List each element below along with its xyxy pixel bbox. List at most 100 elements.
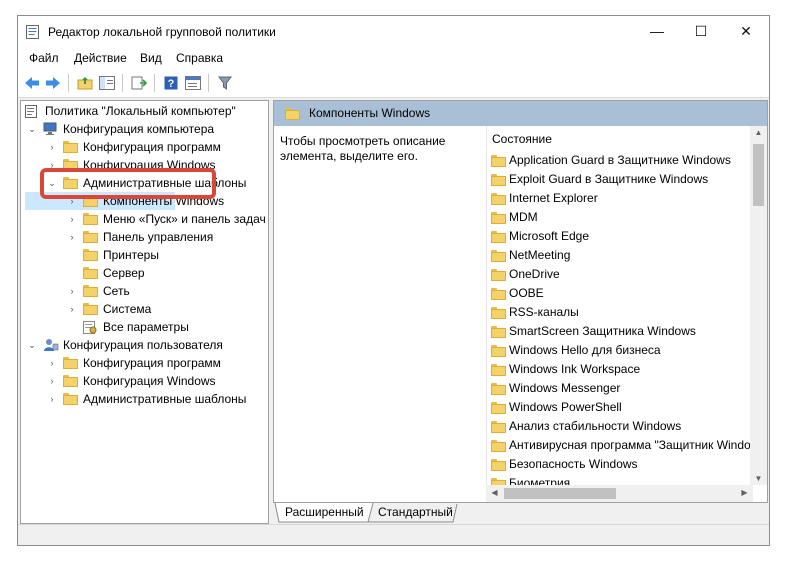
menu-action[interactable]: Действие: [74, 51, 127, 65]
list-item-label: SmartScreen Защитника Windows: [509, 324, 696, 338]
folder-icon: [491, 326, 506, 338]
expanded-chevron-icon[interactable]: ⌄: [27, 120, 37, 138]
minimize-button[interactable]: —: [635, 16, 679, 47]
folder-icon: [491, 288, 506, 300]
tree-label: Принтеры: [103, 248, 159, 262]
list-item-label: Антивирусная программа "Защитник Windo: [509, 438, 751, 452]
folder-icon: [491, 174, 506, 186]
list-item-label: Windows Hello для бизнеса: [509, 343, 661, 357]
tree-label: Все параметры: [103, 320, 189, 334]
list-item-label: OneDrive: [509, 267, 560, 281]
collapsed-chevron-icon[interactable]: ›: [47, 354, 57, 372]
window-title: Редактор локальной групповой политики: [48, 25, 276, 39]
tab-extended[interactable]: Расширенный: [277, 503, 372, 521]
close-button[interactable]: ✕: [724, 16, 768, 47]
tree-label: Политика "Локальный компьютер": [45, 104, 236, 118]
folder-icon: [491, 402, 506, 414]
computer-icon: [43, 122, 57, 135]
column-header-state[interactable]: Состояние: [492, 132, 552, 146]
gpedit-window: Редактор локальной групповой политики — …: [17, 15, 770, 546]
vertical-scrollbar[interactable]: ▲ ▼: [750, 126, 767, 485]
horizontal-scroll-thumb[interactable]: [504, 488, 616, 499]
folder-icon: [491, 193, 506, 205]
horizontal-scrollbar[interactable]: ◀ ▶: [486, 485, 753, 502]
menu-file[interactable]: Файл: [29, 51, 59, 65]
tree-pane: Политика "Локальный компьютер" ⌄ Конфигу…: [20, 100, 269, 524]
folder-icon: [83, 285, 98, 297]
folder-icon: [491, 250, 506, 262]
folder-icon: [491, 421, 506, 433]
tree-label: Меню «Пуск» и панель задач: [103, 212, 266, 226]
title-bar[interactable]: Редактор локальной групповой политики — …: [18, 16, 769, 47]
list-item-label: Windows Ink Workspace: [509, 362, 641, 376]
toolbar: ?: [18, 69, 769, 98]
tree-label: Конфигурация программ: [83, 140, 221, 154]
filter-icon[interactable]: [216, 74, 234, 92]
list-item-label: Application Guard в Защитнике Windows: [509, 153, 731, 167]
collapsed-chevron-icon[interactable]: ›: [47, 138, 57, 156]
folder-icon: [491, 155, 506, 167]
list-item-label: Exploit Guard в Защитнике Windows: [509, 172, 709, 186]
forward-arrow-icon[interactable]: [44, 74, 62, 92]
description-text: Чтобы просмотреть описание элемента, выд…: [280, 134, 446, 163]
menu-help[interactable]: Справка: [176, 51, 223, 65]
list-item-label: Безопасность Windows: [509, 457, 638, 471]
annotation-highlight-box: [40, 168, 216, 199]
scroll-up-icon[interactable]: ▲: [750, 128, 767, 137]
details-header: Компоненты Windows: [274, 101, 767, 126]
menu-bar: Файл Действие Вид Справка: [18, 47, 769, 69]
policy-document-icon: [25, 105, 37, 118]
tab-standard[interactable]: Стандартный: [370, 503, 461, 521]
folder-icon: [83, 213, 98, 225]
back-arrow-icon[interactable]: [23, 74, 41, 92]
tree-label: Панель управления: [103, 230, 214, 244]
export-list-icon[interactable]: [130, 74, 148, 92]
folder-icon: [491, 307, 506, 319]
collapsed-chevron-icon[interactable]: ›: [67, 228, 77, 246]
list-item-label: OOBE: [509, 286, 544, 300]
scroll-down-icon[interactable]: ▼: [750, 474, 767, 483]
show-hide-tree-icon[interactable]: [98, 74, 116, 92]
details-pane: Компоненты Windows Чтобы просмотреть опи…: [273, 100, 768, 503]
folder-icon: [491, 364, 506, 376]
collapsed-chevron-icon[interactable]: ›: [67, 300, 77, 318]
folder-icon: [285, 108, 300, 120]
up-folder-icon[interactable]: [76, 74, 94, 92]
collapsed-chevron-icon[interactable]: ›: [67, 210, 77, 228]
help-icon[interactable]: ?: [162, 74, 180, 92]
folder-icon: [63, 357, 78, 369]
expanded-chevron-icon[interactable]: ⌄: [27, 336, 37, 354]
scroll-right-icon[interactable]: ▶: [736, 488, 753, 497]
folder-icon: [83, 249, 98, 261]
all-settings-icon: [83, 321, 97, 334]
folder-icon: [491, 459, 506, 471]
properties-icon[interactable]: [184, 74, 202, 92]
folder-icon: [491, 231, 506, 243]
status-bar: [18, 524, 769, 545]
vertical-scroll-thumb[interactable]: [753, 144, 764, 206]
maximize-button[interactable]: ☐: [679, 16, 723, 47]
tree-label: Конфигурация компьютера: [63, 122, 215, 136]
folder-icon: [63, 393, 78, 405]
list-item-label: Internet Explorer: [509, 191, 598, 205]
folder-icon: [83, 267, 98, 279]
tree-label: Конфигурация пользователя: [63, 338, 223, 352]
list-item-label: NetMeeting: [509, 248, 571, 262]
tree-label: Сеть: [103, 284, 130, 298]
collapsed-chevron-icon[interactable]: ›: [47, 372, 57, 390]
list-item-label: Microsoft Edge: [509, 229, 590, 243]
details-header-title: Компоненты Windows: [309, 106, 431, 120]
collapsed-chevron-icon[interactable]: ›: [67, 282, 77, 300]
scroll-left-icon[interactable]: ◀: [486, 488, 503, 497]
list-item-label: Windows PowerShell: [509, 400, 622, 414]
tree-label: Сервер: [103, 266, 145, 280]
tree-label: Административные шаблоны: [83, 392, 247, 406]
gpedit-app-icon: [26, 25, 39, 39]
folder-icon: [63, 375, 78, 387]
collapsed-chevron-icon[interactable]: ›: [47, 390, 57, 408]
menu-view[interactable]: Вид: [140, 51, 162, 65]
tree-label: Конфигурация программ: [83, 356, 221, 370]
folder-icon: [491, 345, 506, 357]
folder-icon: [491, 212, 506, 224]
list-item-label: MDM: [509, 210, 538, 224]
